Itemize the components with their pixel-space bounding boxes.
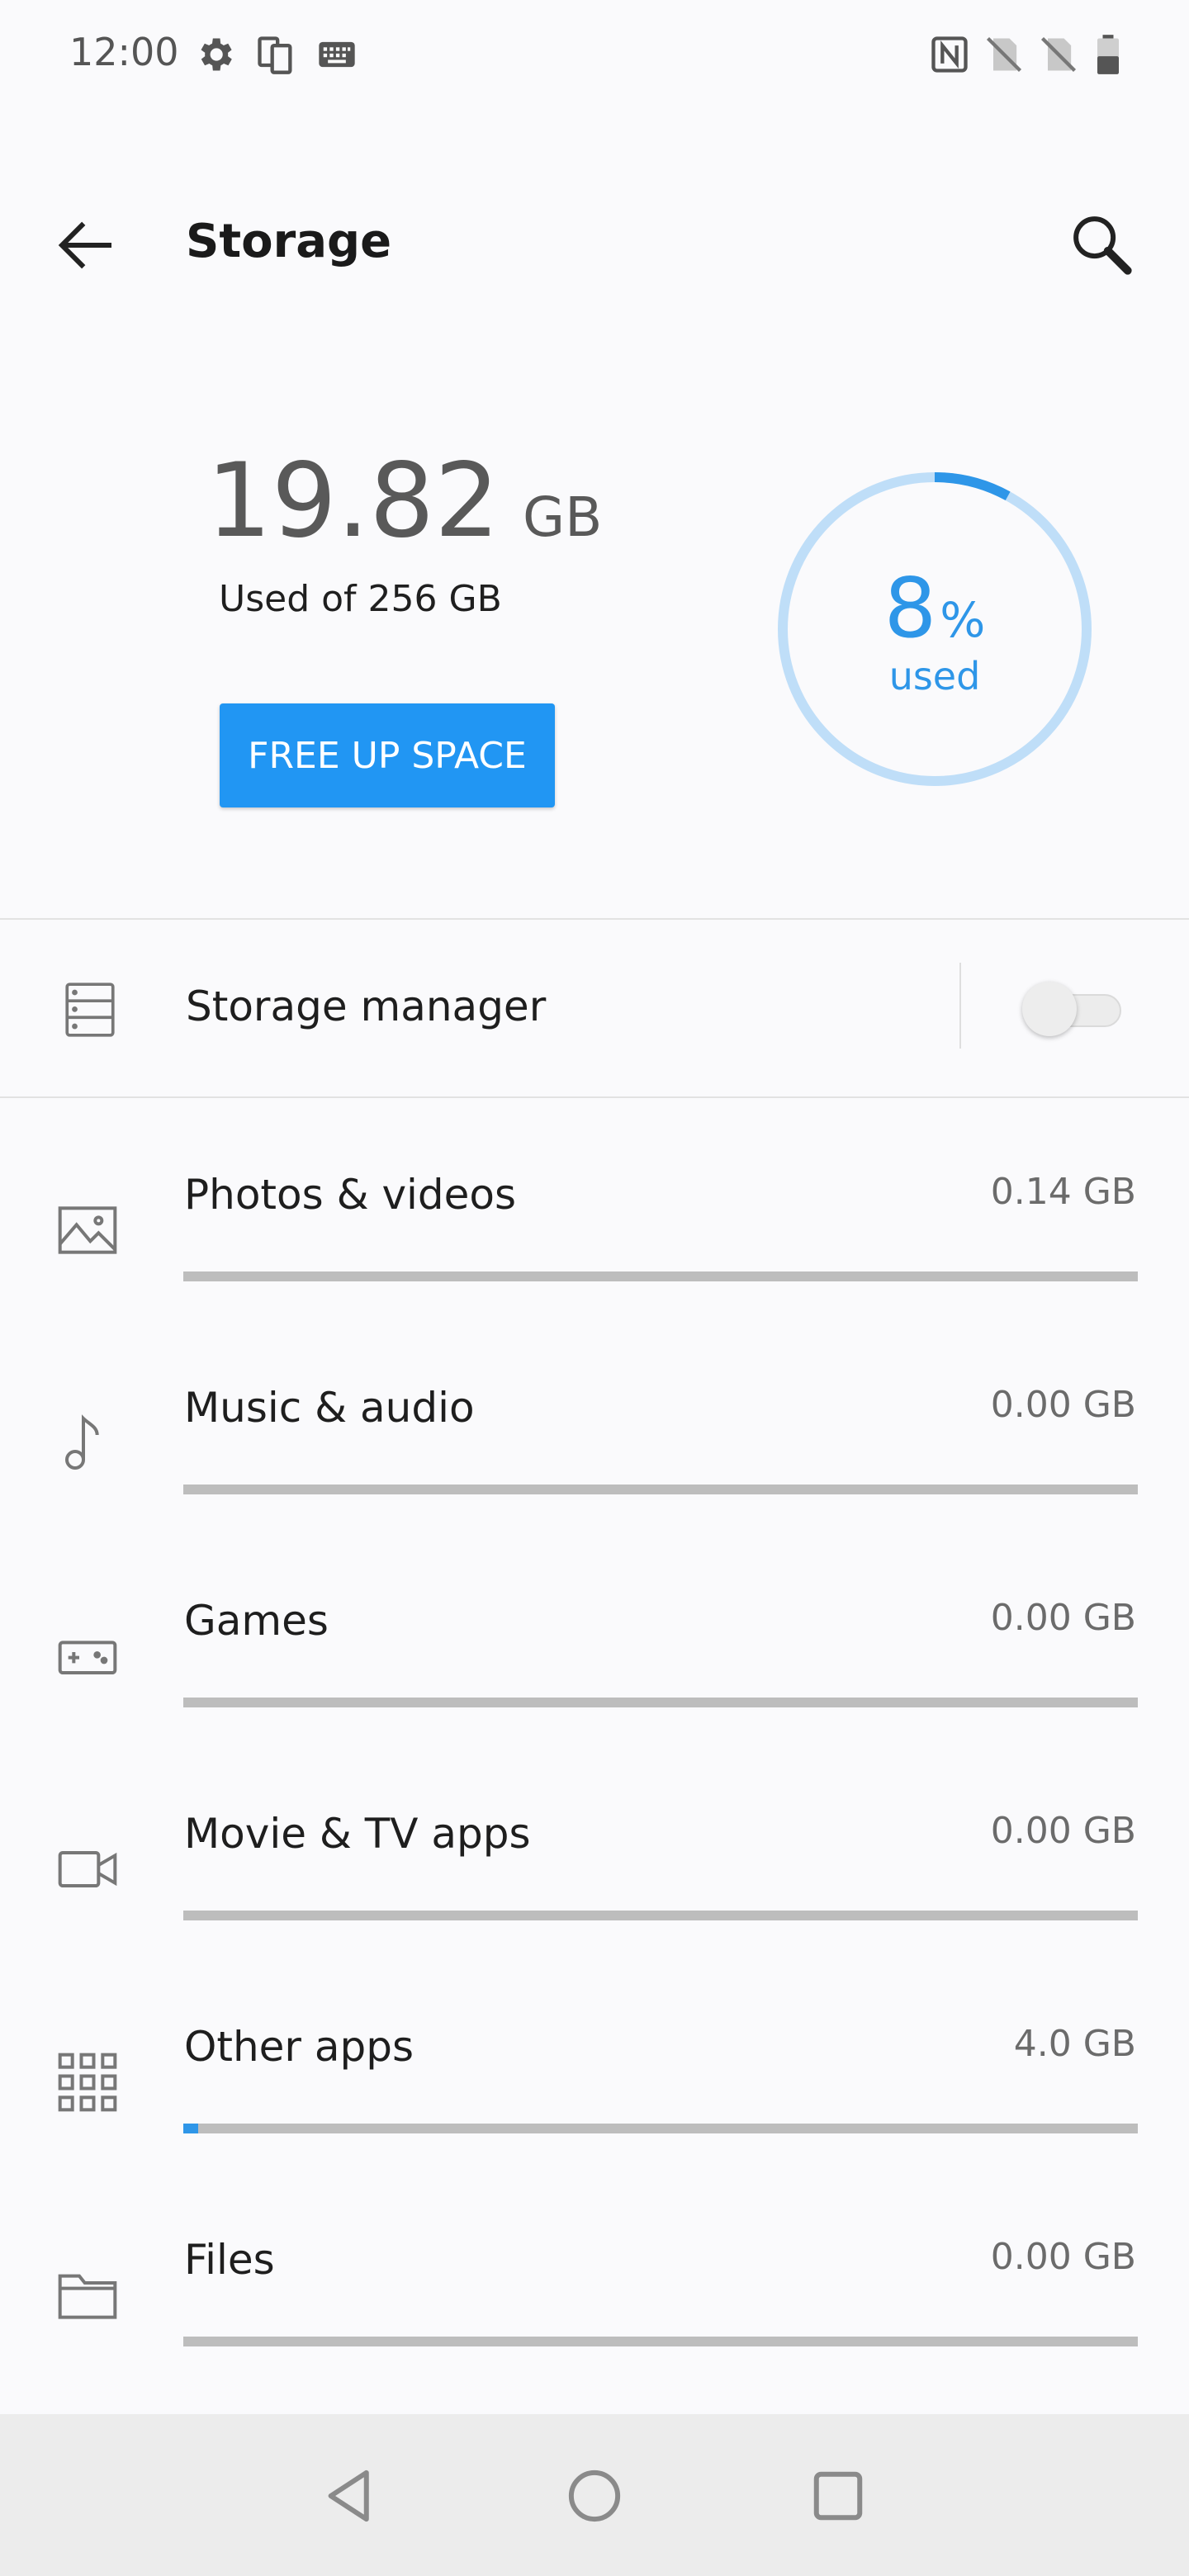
gear-icon xyxy=(193,33,236,76)
category-bar xyxy=(183,1485,1138,1494)
apps-grid-icon xyxy=(54,2049,129,2124)
app-bar: Storage xyxy=(0,182,1189,305)
toggle-thumb xyxy=(1022,982,1077,1036)
category-label: Movie & TV apps xyxy=(184,1810,531,1858)
navigation-bar xyxy=(0,2414,1189,2576)
search-button[interactable] xyxy=(1065,208,1139,282)
divider xyxy=(0,1096,1189,1098)
status-bar: 12:00 xyxy=(0,0,1189,107)
gamepad-icon xyxy=(54,1623,129,1698)
category-row-files[interactable]: Files 0.00 GB xyxy=(0,2195,1189,2408)
image-icon xyxy=(54,1197,129,1271)
category-size: 4.0 GB xyxy=(1013,2023,1136,2065)
vertical-divider xyxy=(959,963,961,1049)
used-of-total: Used of 256 GB xyxy=(219,578,502,620)
category-row-photos-videos[interactable]: Photos & videos 0.14 GB xyxy=(0,1129,1189,1342)
no-sim-icon xyxy=(1037,33,1080,76)
used-amount: 19.82 GB xyxy=(206,450,602,552)
battery-icon xyxy=(1092,33,1125,76)
category-size: 0.00 GB xyxy=(990,2236,1136,2278)
category-size: 0.00 GB xyxy=(990,1597,1136,1639)
storage-manager-icon xyxy=(59,979,121,1044)
category-size: 0.00 GB xyxy=(990,1810,1136,1852)
category-size: 0.00 GB xyxy=(990,1384,1136,1426)
search-icon xyxy=(1073,216,1132,275)
category-row-movie-tv-apps[interactable]: Movie & TV apps 0.00 GB xyxy=(0,1769,1189,1982)
usage-percent-symbol: % xyxy=(940,592,986,648)
category-label: Photos & videos xyxy=(184,1171,517,1219)
usage-used-label: used xyxy=(888,654,981,698)
keyboard-icon xyxy=(315,33,358,76)
free-up-space-button[interactable]: FREE UP SPACE xyxy=(220,703,555,807)
status-time: 12:00 xyxy=(69,30,179,74)
page-title: Storage xyxy=(186,215,392,268)
category-bar xyxy=(183,1271,1138,1281)
no-sim-icon xyxy=(983,33,1026,76)
folder-icon xyxy=(54,2262,129,2337)
category-size: 0.14 GB xyxy=(990,1171,1136,1213)
used-unit: GB xyxy=(523,485,603,549)
arrow-left-icon xyxy=(58,221,111,269)
category-bar xyxy=(183,1698,1138,1707)
storage-manager-toggle[interactable] xyxy=(1022,982,1121,1036)
recents-square-icon xyxy=(813,2471,863,2521)
back-triangle-icon xyxy=(328,2469,369,2522)
back-button[interactable] xyxy=(50,208,124,282)
category-bar xyxy=(183,1911,1138,1920)
nav-recents-button[interactable] xyxy=(801,2459,875,2533)
usage-percent-value: 8 xyxy=(883,560,937,656)
category-label: Games xyxy=(184,1597,329,1645)
category-row-other-apps[interactable]: Other apps 4.0 GB xyxy=(0,1982,1189,2195)
screen-rotate-icon xyxy=(254,33,297,76)
used-value: 19.82 xyxy=(206,442,500,561)
nav-back-button[interactable] xyxy=(314,2459,388,2533)
music-note-icon xyxy=(54,1410,129,1485)
nfc-icon xyxy=(928,33,971,76)
category-bar xyxy=(183,2337,1138,2346)
storage-manager-label: Storage manager xyxy=(186,983,547,1030)
category-row-games[interactable]: Games 0.00 GB xyxy=(0,1556,1189,1769)
category-label: Music & audio xyxy=(184,1384,475,1432)
nav-home-button[interactable] xyxy=(557,2459,632,2533)
storage-manager-row[interactable]: Storage manager xyxy=(0,920,1189,1096)
category-bar-fill xyxy=(183,2124,198,2133)
category-row-music-audio[interactable]: Music & audio 0.00 GB xyxy=(0,1342,1189,1556)
category-label: Files xyxy=(184,2236,275,2284)
category-label: Other apps xyxy=(184,2023,414,2071)
category-bar xyxy=(183,2124,1138,2133)
video-camera-icon xyxy=(54,1836,129,1911)
home-circle-icon xyxy=(568,2469,621,2522)
usage-percent: 8% xyxy=(776,560,1093,656)
